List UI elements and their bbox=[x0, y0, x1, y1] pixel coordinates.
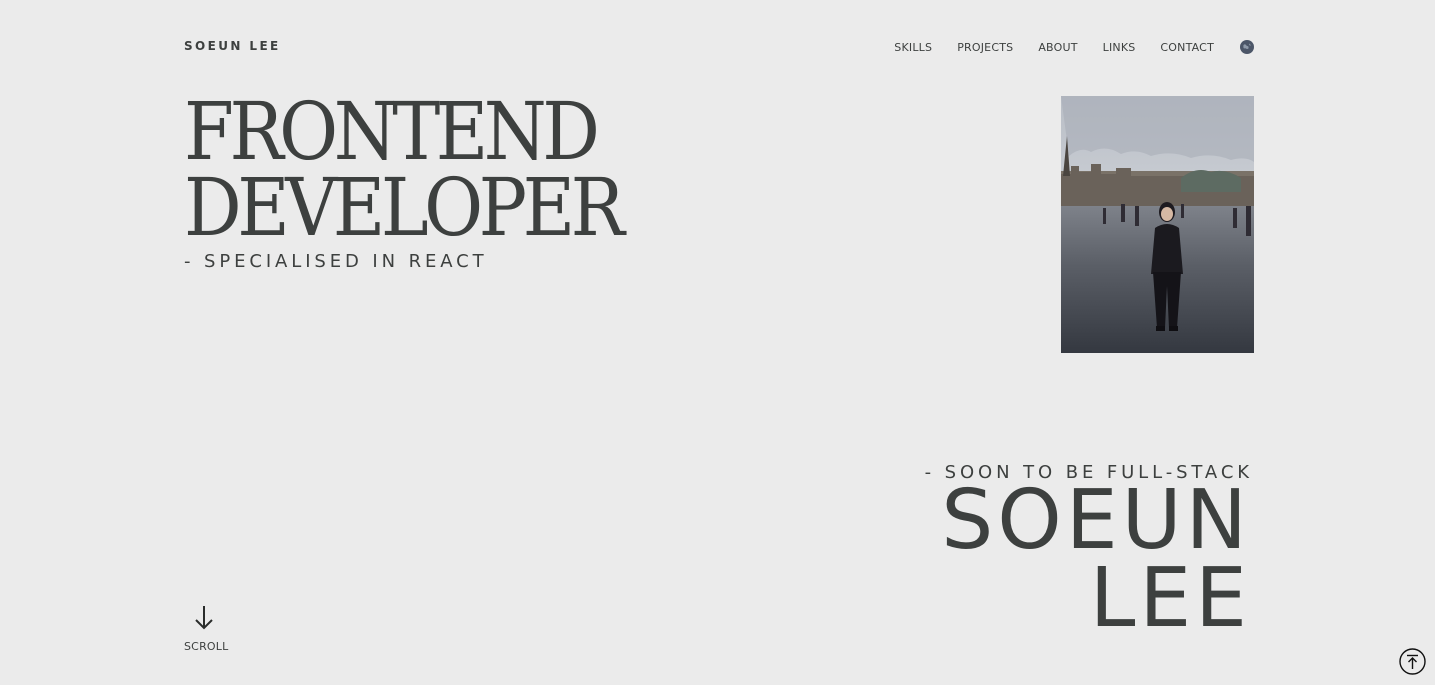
hero-title-line1: FRONTEND bbox=[184, 85, 600, 178]
intro-name: SOEUN LEE bbox=[941, 473, 1251, 646]
scroll-indicator[interactable]: SCROLL bbox=[184, 604, 229, 653]
nav-contact[interactable]: CONTACT bbox=[1160, 41, 1214, 54]
arrow-down-icon bbox=[195, 606, 213, 630]
nav-skills[interactable]: SKILLS bbox=[894, 41, 932, 54]
hero-title-line2: DEVELOPER bbox=[184, 161, 625, 254]
scroll-label: SCROLL bbox=[184, 640, 229, 653]
nav-about[interactable]: ABOUT bbox=[1038, 41, 1077, 54]
nav-links[interactable]: LINKS bbox=[1103, 41, 1136, 54]
profile-photo bbox=[1061, 96, 1254, 353]
nav-projects[interactable]: PROJECTS bbox=[957, 41, 1013, 54]
hero-title: FRONTEND DEVELOPER bbox=[184, 85, 625, 254]
main-nav: SKILLS PROJECTS ABOUT LINKS CONTACT bbox=[894, 38, 1254, 56]
intro-name-line1: SOEUN bbox=[941, 473, 1251, 568]
hero-subtitle: - SPECIALISED IN REACT bbox=[184, 251, 488, 272]
back-to-top-button[interactable] bbox=[1399, 648, 1426, 675]
arrow-up-circle-icon bbox=[1399, 648, 1426, 675]
intro-name-line2: LEE bbox=[1089, 551, 1251, 646]
globe-icon[interactable] bbox=[1240, 40, 1254, 54]
site-logo[interactable]: SOEUN LEE bbox=[184, 38, 281, 54]
